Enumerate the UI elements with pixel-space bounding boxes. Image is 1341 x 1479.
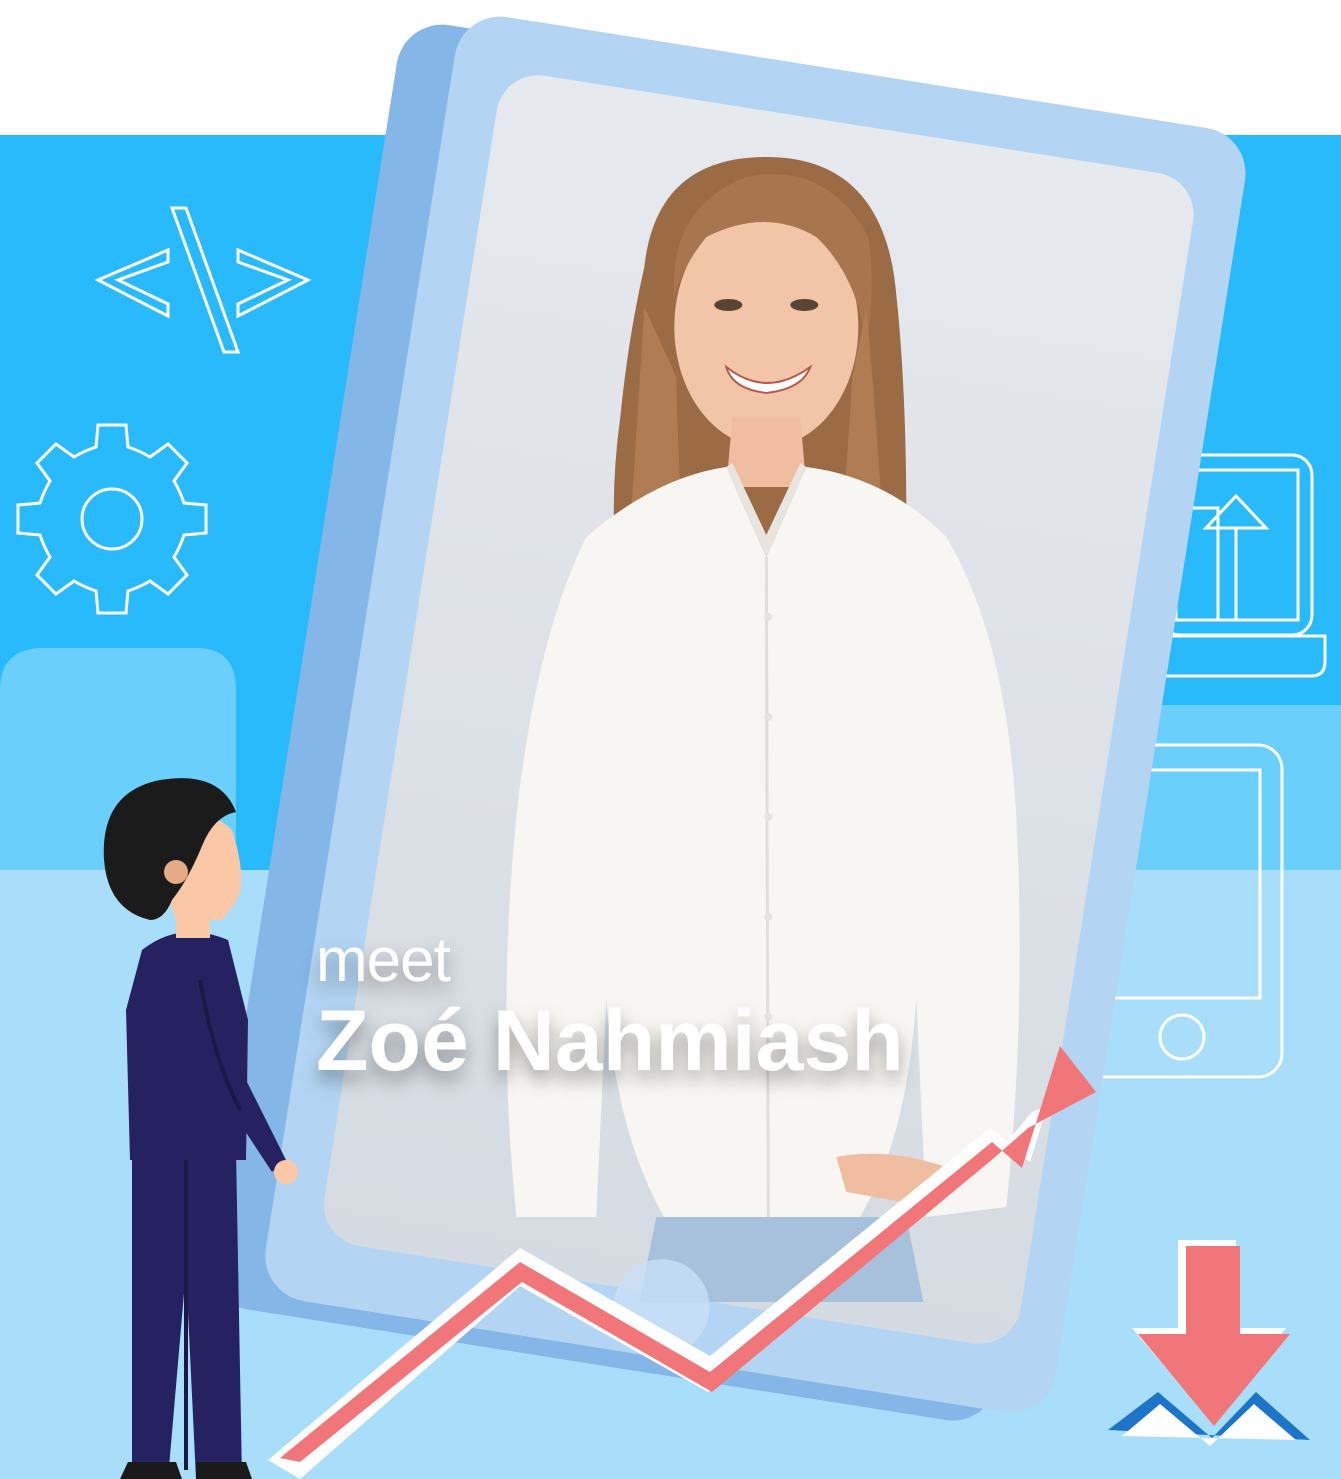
- banner-illustration: [0, 16, 1341, 1479]
- white-blouse: [506, 466, 1020, 1237]
- person-name: Zoé Nahmiash: [316, 993, 904, 1089]
- caption-prefix: meet: [316, 926, 451, 995]
- profile-caption: meet Zoé Nahmiash: [316, 926, 904, 1089]
- profile-banner: meet Zoé Nahmiash: [0, 0, 1341, 1479]
